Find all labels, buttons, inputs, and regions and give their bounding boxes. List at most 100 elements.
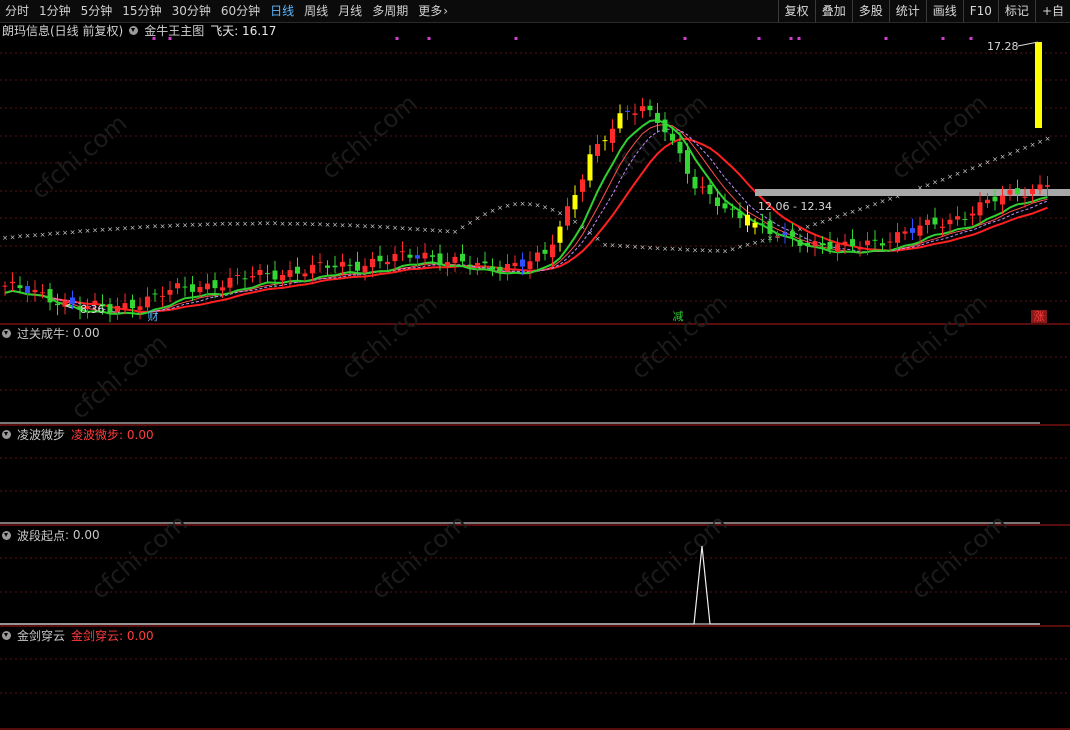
candle-body xyxy=(1030,189,1035,194)
event-label: 减 xyxy=(673,310,684,323)
candle-body xyxy=(347,264,353,266)
candle-body xyxy=(197,287,203,293)
candle-body xyxy=(542,249,548,254)
feitian-marker: × xyxy=(272,220,278,228)
feitian-marker: × xyxy=(482,211,488,219)
feitian-marker: × xyxy=(632,243,638,251)
feitian-marker: × xyxy=(377,223,383,231)
feitian-marker: × xyxy=(1000,153,1006,161)
subpanel-header-3: 波段起点 : 0.00 xyxy=(2,527,100,543)
candle-body xyxy=(302,273,308,277)
candle-body xyxy=(212,280,218,289)
candle-body xyxy=(970,213,975,216)
candle-body xyxy=(407,254,413,258)
feitian-marker: × xyxy=(520,200,526,208)
subpanel-title: 凌波微步 xyxy=(17,427,66,442)
feitian-marker: × xyxy=(167,222,173,230)
candle-body xyxy=(557,226,563,243)
indicator-menu-icon[interactable] xyxy=(2,630,11,640)
feitian-marker: × xyxy=(25,232,31,240)
candle-body xyxy=(685,150,690,174)
signal-dot xyxy=(969,37,973,40)
candle-body xyxy=(377,255,383,262)
candle-body xyxy=(265,273,270,275)
feitian-marker: × xyxy=(842,211,848,219)
candle-body xyxy=(887,241,893,243)
subpanel-value: : 0.00 xyxy=(65,528,100,542)
feitian-marker: × xyxy=(475,215,481,223)
feitian-marker: × xyxy=(730,245,736,253)
feitian-marker: × xyxy=(812,221,818,229)
feitian-marker: × xyxy=(752,239,758,247)
candle-body xyxy=(602,140,608,142)
candle-body xyxy=(272,270,278,280)
feitian-marker: × xyxy=(355,222,361,230)
candle-body xyxy=(955,216,960,220)
indicator-menu-icon[interactable] xyxy=(2,429,11,439)
feitian-marker: × xyxy=(257,220,263,228)
feitian-marker: × xyxy=(332,221,338,229)
indicator-menu-icon[interactable] xyxy=(2,530,11,540)
event-label: 涨 xyxy=(1034,310,1045,323)
candle-body xyxy=(445,262,450,267)
candle-body xyxy=(55,303,60,306)
candle-body xyxy=(107,304,113,313)
feitian-marker: × xyxy=(685,246,691,254)
feitian-marker: × xyxy=(947,173,953,181)
feitian-marker: × xyxy=(880,198,886,206)
feitian-marker: × xyxy=(760,237,766,245)
feitian-marker: × xyxy=(535,201,541,209)
candle-body xyxy=(497,266,503,271)
candle-body xyxy=(175,283,180,289)
feitian-marker: × xyxy=(857,206,863,214)
feitian-marker: × xyxy=(55,230,61,238)
candle-body xyxy=(842,241,848,245)
candle-body xyxy=(745,214,750,226)
feitian-marker: × xyxy=(452,228,458,236)
feitian-marker: × xyxy=(295,220,301,228)
kline-chart[interactable]: cfchi.com cfchi.com cfchi.com cfchi.com cfch… xyxy=(0,0,1070,730)
feitian-marker: × xyxy=(625,242,631,250)
feitian-marker: × xyxy=(820,218,826,226)
candle-body xyxy=(730,208,735,210)
candle-body xyxy=(767,220,773,234)
candle-body xyxy=(895,232,900,243)
ma-green xyxy=(4,118,1048,316)
indicator-menu-icon[interactable] xyxy=(129,25,139,35)
feitian-marker: × xyxy=(392,224,398,232)
feitian-marker: × xyxy=(677,246,683,254)
candle-body xyxy=(932,217,938,225)
candle-body xyxy=(805,242,810,246)
feitian-marker: × xyxy=(10,233,16,241)
feitian-value: 飞天: 16.17 xyxy=(210,23,277,38)
candle-body xyxy=(250,276,255,278)
ma-dashed xyxy=(4,128,1048,314)
feitian-marker: × xyxy=(235,220,241,228)
feitian-marker: × xyxy=(587,229,593,237)
feitian-marker: × xyxy=(212,220,218,228)
candle-body xyxy=(40,292,45,294)
candle-body xyxy=(812,241,818,247)
candle-body xyxy=(647,105,653,111)
feitian-marker: × xyxy=(62,229,68,237)
subpanel-header-2: 凌波微步 凌波微步: 0.00 xyxy=(2,426,154,442)
signal-dot xyxy=(514,37,518,40)
signal-dot xyxy=(789,37,793,40)
feitian-marker: × xyxy=(872,200,878,208)
feitian-marker: × xyxy=(280,220,286,228)
candle-body xyxy=(917,225,923,236)
event-markers: 财减涨 xyxy=(148,309,1047,323)
feitian-marker: × xyxy=(182,221,188,229)
candle-body xyxy=(332,265,338,268)
candle-body xyxy=(355,261,360,271)
candle-body xyxy=(752,222,758,228)
candle-body xyxy=(437,253,443,265)
chart-labels: 17.28 8.36 12.06 - 12.34 xyxy=(64,40,1039,316)
indicator-menu-icon[interactable] xyxy=(2,328,11,338)
feitian-marker: × xyxy=(152,223,158,231)
candle-body xyxy=(1037,184,1043,190)
candle-body xyxy=(160,295,165,297)
feitian-marker: × xyxy=(1045,135,1051,143)
candle-body xyxy=(122,303,128,309)
candlestick-series xyxy=(2,42,1050,323)
